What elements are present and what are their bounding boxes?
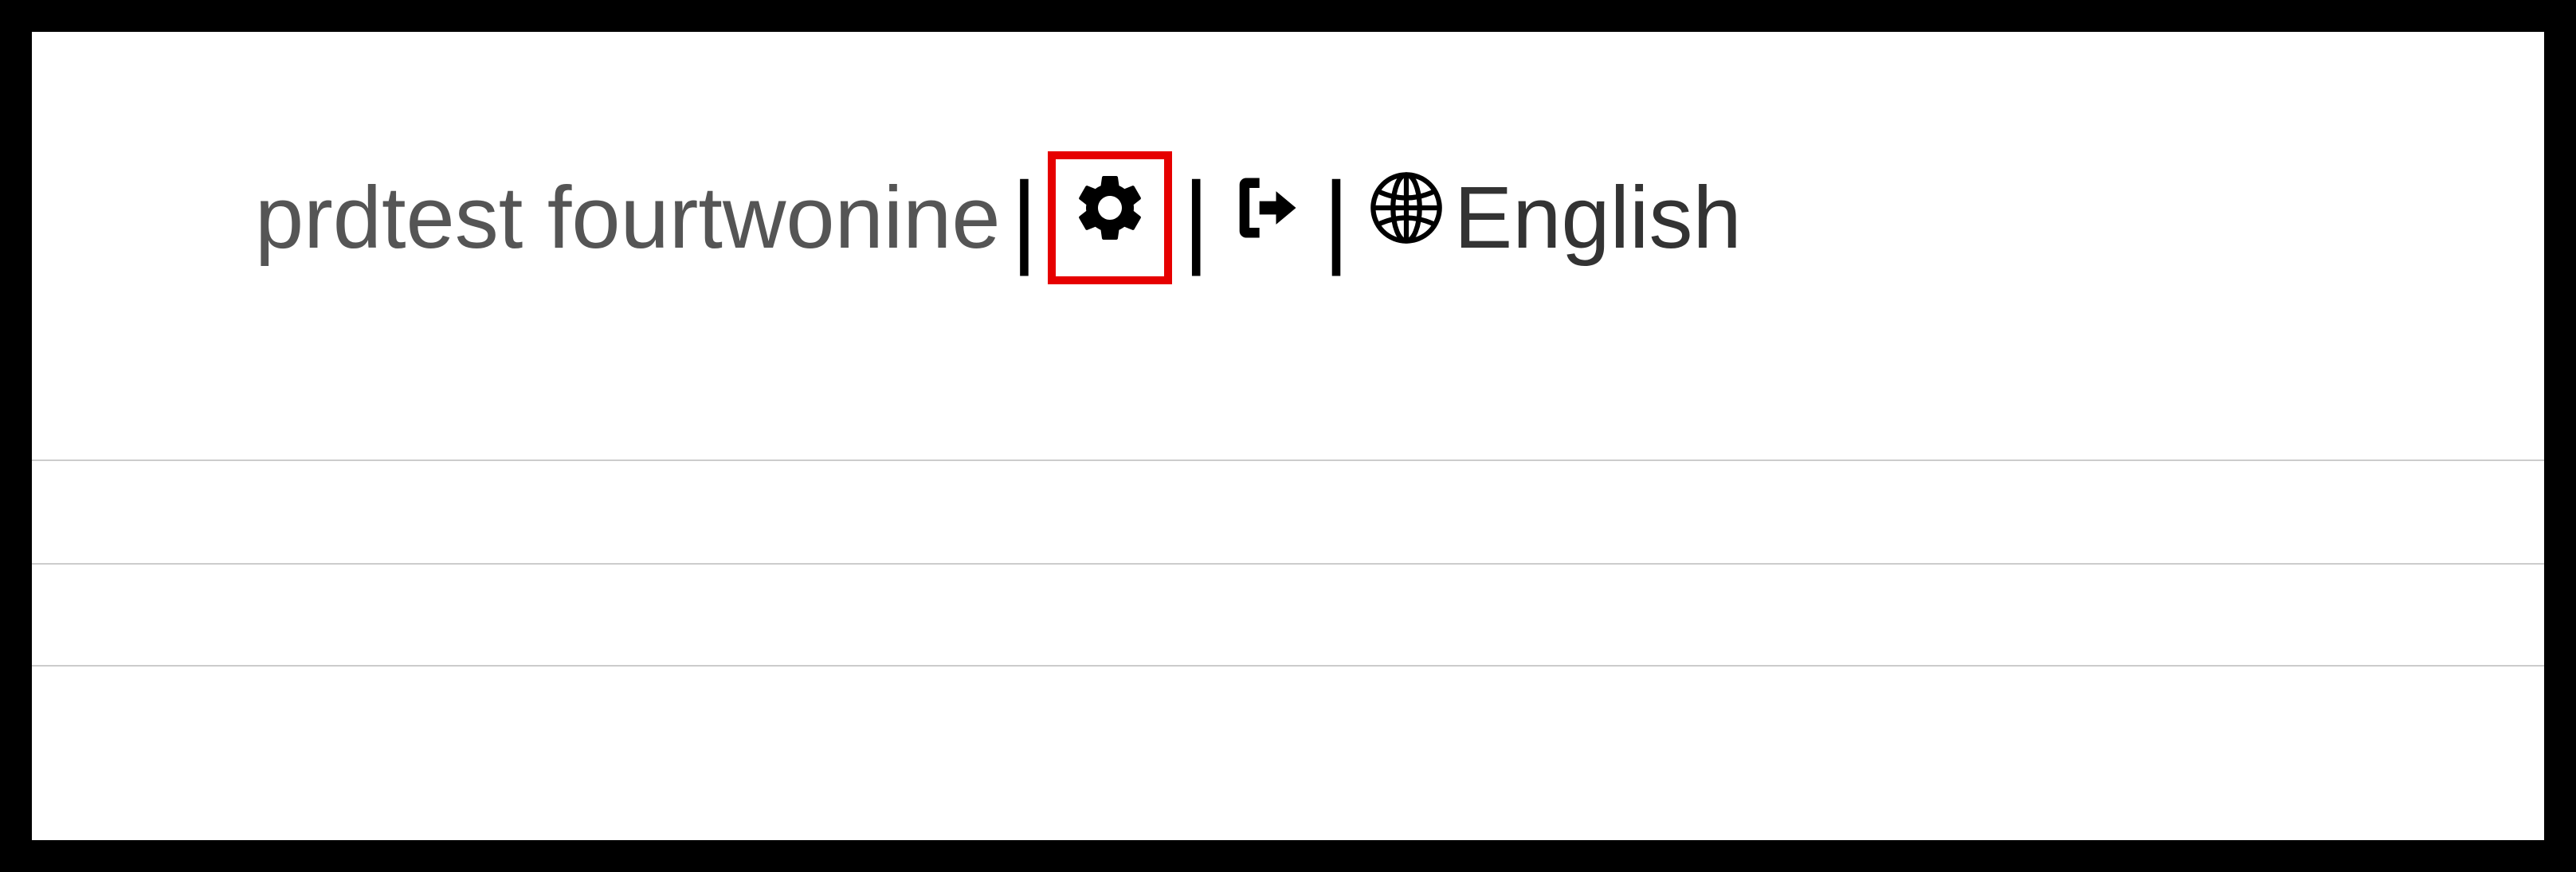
spacer bbox=[32, 324, 2544, 459]
logout-icon bbox=[1226, 167, 1306, 268]
divider: | bbox=[1323, 158, 1350, 278]
globe-icon bbox=[1366, 167, 1446, 268]
username-label: prdtest fourtwonine bbox=[255, 167, 1001, 268]
table-row bbox=[32, 459, 2544, 563]
header-bar: prdtest fourtwonine | | | bbox=[32, 32, 2544, 324]
content-area bbox=[32, 459, 2544, 840]
gear-icon bbox=[1070, 167, 1150, 268]
window: prdtest fourtwonine | | | bbox=[32, 32, 2544, 840]
divider: | bbox=[1182, 158, 1210, 278]
logout-button[interactable] bbox=[1220, 161, 1312, 275]
language-label: English bbox=[1454, 167, 1742, 268]
language-selector[interactable]: English bbox=[1360, 161, 1748, 275]
settings-button[interactable] bbox=[1048, 151, 1172, 284]
table-row bbox=[32, 563, 2544, 667]
divider: | bbox=[1011, 158, 1038, 278]
